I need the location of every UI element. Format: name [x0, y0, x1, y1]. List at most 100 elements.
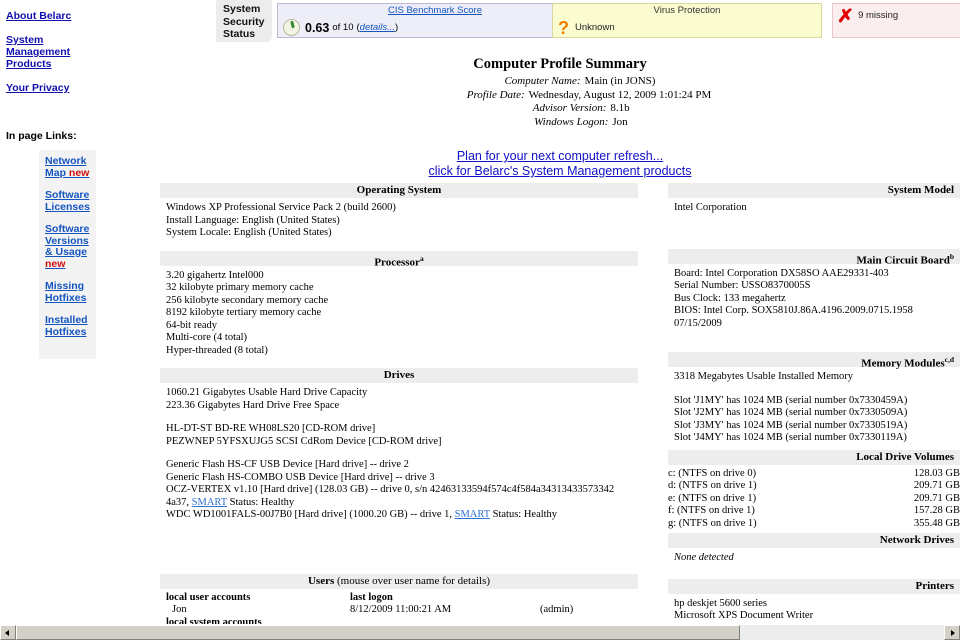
memory-slot-line: Slot 'J3MY' has 1024 MB (serial number 0…	[674, 419, 908, 431]
system-model-line: Intel Corporation	[674, 202, 747, 213]
table-row: c: (NTFS on drive 0) 128.03 GB	[668, 468, 960, 481]
missing-hotfixes-panel: ✗ 9 missing	[832, 3, 960, 38]
summary-value: Wednesday, August 12, 2009 1:01:24 PM	[528, 88, 712, 101]
memory-modules-heading: Memory Modulesc,d	[668, 352, 960, 370]
wdc-text-pre: WDC WD1001FALS-00J7B0 [Hard drive] (1000…	[166, 509, 455, 520]
optical-drive-line: PEZWNEP 5YFSXUJG5 SCSI CdRom Device [CD-…	[166, 435, 442, 447]
board-line: Serial Number: USSO8370005S	[674, 280, 811, 291]
footnote-marker: a	[419, 253, 424, 263]
table-row-header: local user accounts last logon	[160, 592, 638, 605]
volume-size: 355.48 GB	[913, 517, 960, 529]
inpage-link-missing-hotfixes[interactable]: Missing Hotfixes	[45, 280, 97, 304]
volume-size: 209.71 GB	[913, 480, 960, 491]
processor-line: 32 kilobyte primary memory cache	[166, 282, 314, 293]
os-line: Windows XP Professional Service Pack 2 (…	[166, 202, 396, 213]
system-model-heading: System Model	[668, 183, 960, 198]
summary-label: Advisor Version:	[532, 102, 607, 114]
virus-protection-body: ? Unknown	[553, 17, 821, 38]
nav-link-system-management-products[interactable]: System Management Products	[6, 34, 110, 70]
new-badge: new	[45, 257, 66, 270]
system-management-products-link[interactable]: click for Belarc's System Management pro…	[160, 164, 960, 179]
page-title: Computer Profile Summary	[473, 56, 647, 72]
drive-capacity: 1060.21 Gigabytes Usable Hard Drive Capa…	[166, 387, 368, 398]
in-page-links-panel: Network Map new Software Licenses Softwa…	[39, 150, 96, 359]
cis-score-scale: of 10	[332, 22, 354, 33]
summary-label: Computer Name:	[504, 75, 581, 87]
users-col-note	[540, 592, 638, 605]
processor-line: Hyper-threaded (8 total)	[166, 344, 268, 356]
user-name[interactable]: Jon	[160, 604, 350, 617]
scroll-right-arrow-icon[interactable]	[944, 625, 960, 640]
memory-modules-heading-text: Memory Modules	[861, 357, 945, 370]
processor-body: 3.20 gigahertz Intel000 32 kilobyte prim…	[160, 269, 638, 369]
virus-protection-title: Virus Protection	[653, 5, 721, 16]
horizontal-scrollbar[interactable]	[0, 624, 960, 640]
summary-value: Main (in JONS)	[584, 75, 656, 87]
hard-drive-line: Generic Flash HS-COMBO USB Device [Hard …	[166, 471, 435, 483]
volume-name: d: (NTFS on drive 1)	[668, 480, 757, 491]
board-line: BIOS: Intel Corp. SOX5810J.86A.4196.2009…	[674, 305, 913, 329]
nav-link-your-privacy[interactable]: Your Privacy	[6, 82, 110, 94]
smart-link[interactable]: SMART	[192, 497, 227, 508]
inpage-link-label: Installed Hotfixes	[45, 314, 88, 338]
footnote-marker: c,d	[944, 355, 954, 364]
cis-details-wrap: (details...)	[356, 22, 398, 33]
drive-free-space: 223.36 Gigabytes Hard Drive Free Space	[166, 399, 340, 411]
smart-link[interactable]: SMART	[455, 509, 490, 520]
scrollbar-thumb[interactable]	[16, 625, 740, 640]
cis-details-link[interactable]: details...	[360, 22, 395, 33]
system-model-body: Intel Corporation	[668, 201, 960, 249]
inpage-link-network-map[interactable]: Network Map new	[45, 155, 97, 179]
inpage-link-software-versions-usage[interactable]: Software Versions & Usage new	[45, 223, 97, 270]
hard-drive-line: Generic Flash HS-CF USB Device [Hard dri…	[166, 459, 409, 470]
red-x-icon: ✗	[836, 5, 855, 26]
users-col-accounts: local user accounts	[166, 591, 251, 603]
missing-hotfixes-body: ✗ 9 missing	[833, 5, 960, 26]
volume-name: g: (NTFS on drive 1)	[668, 517, 757, 529]
volume-name: e: (NTFS on drive 1)	[668, 492, 757, 504]
users-heading-text: Users	[307, 574, 335, 587]
footnote-marker: b	[949, 251, 954, 261]
scrollbar-track[interactable]	[16, 625, 944, 640]
main-circuit-board-body: Board: Intel Corporation DX58SO AAE29331…	[668, 267, 960, 353]
operating-system-heading: Operating System	[160, 183, 638, 198]
volume-size: 157.28 GB	[913, 505, 960, 516]
network-drives-heading: Network Drives	[668, 533, 960, 548]
system-security-status-label: System Security Status	[216, 0, 272, 42]
cis-benchmark-body: 0.63 of 10 (details...)	[278, 17, 592, 38]
printers-heading: Printers	[668, 578, 960, 594]
nav-link-about-belarc[interactable]: About Belarc	[6, 10, 110, 22]
processor-line: 256 kilobyte secondary memory cache	[166, 294, 329, 306]
printer-line: Microsoft XPS Document Writer	[674, 610, 814, 621]
volume-name: f: (NTFS on drive 1)	[668, 505, 755, 516]
inpage-link-label: Software Licenses	[45, 189, 90, 213]
os-line: Install Language: English (United States…	[166, 214, 340, 226]
inpage-link-installed-hotfixes[interactable]: Installed Hotfixes	[45, 314, 97, 338]
plan-refresh-link[interactable]: Plan for your next computer refresh...	[160, 149, 960, 164]
user-note: (admin)	[540, 604, 574, 615]
memory-slot-line: Slot 'J2MY' has 1024 MB (serial number 0…	[674, 407, 908, 418]
summary-row: Computer Name: Main (in JONS)	[160, 75, 960, 89]
os-line: System Locale: English (United States)	[166, 227, 332, 238]
gauge-icon	[283, 19, 300, 36]
ocz-text-post: Status: Healthy	[227, 496, 295, 508]
scroll-left-arrow-icon[interactable]	[0, 625, 16, 640]
printer-line: hp deskjet 5600 series	[674, 597, 768, 609]
processor-line: 8192 kilobyte tertiary memory cache	[166, 307, 322, 318]
cis-benchmark-score-link[interactable]: CIS Benchmark Score	[388, 5, 482, 16]
summary-value: Jon	[612, 115, 628, 128]
optical-drive-line: HL-DT-ST BD-RE WH08LS20 [CD-ROM drive]	[166, 423, 376, 434]
inpage-link-software-licenses[interactable]: Software Licenses	[45, 189, 97, 213]
question-mark-icon: ?	[558, 17, 569, 38]
table-row: f: (NTFS on drive 1) 157.28 GB	[668, 505, 960, 518]
processor-heading: Processora	[160, 250, 638, 268]
summary-row: Windows Logon: Jon	[160, 116, 960, 130]
local-drive-volumes-heading: Local Drive Volumes	[668, 449, 960, 465]
summary-row: Profile Date: Wednesday, August 12, 2009 …	[160, 89, 960, 103]
